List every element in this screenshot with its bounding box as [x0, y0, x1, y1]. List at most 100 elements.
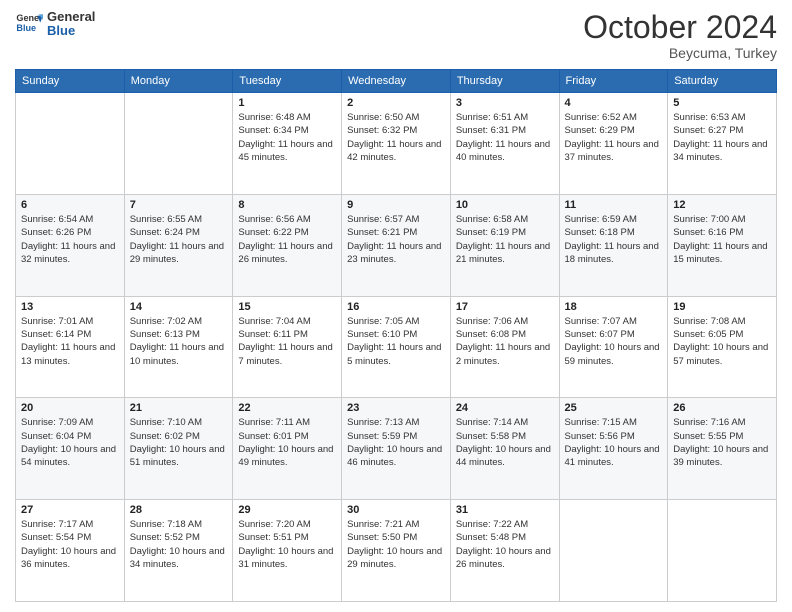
- day-number: 16: [347, 301, 445, 313]
- day-number: 21: [130, 402, 228, 414]
- day-info: Sunrise: 7:07 AMSunset: 6:07 PMDaylight:…: [565, 315, 663, 368]
- day-number: 26: [673, 402, 771, 414]
- calendar-week-3: 13Sunrise: 7:01 AMSunset: 6:14 PMDayligh…: [16, 296, 777, 398]
- svg-text:Blue: Blue: [16, 23, 36, 33]
- day-number: 25: [565, 402, 663, 414]
- calendar-cell: 30 Sunrise: 7:21 AMSunset: 5:50 PMDayligh…: [342, 500, 451, 602]
- col-saturday: Saturday: [668, 70, 777, 93]
- day-info: Sunrise: 6:50 AMSunset: 6:32 PMDaylight:…: [347, 111, 445, 164]
- day-number: 11: [565, 199, 663, 211]
- calendar-header-row: Sunday Monday Tuesday Wednesday Thursday…: [16, 70, 777, 93]
- day-number: 28: [130, 504, 228, 516]
- day-number: 24: [456, 402, 554, 414]
- calendar-cell: [559, 500, 668, 602]
- day-number: 27: [21, 504, 119, 516]
- calendar-cell: 17 Sunrise: 7:06 AMSunset: 6:08 PMDayligh…: [450, 296, 559, 398]
- day-info: Sunrise: 7:04 AMSunset: 6:11 PMDaylight:…: [238, 315, 336, 368]
- calendar-cell: 22 Sunrise: 7:11 AMSunset: 6:01 PMDayligh…: [233, 398, 342, 500]
- day-number: 30: [347, 504, 445, 516]
- calendar-cell: 24 Sunrise: 7:14 AMSunset: 5:58 PMDayligh…: [450, 398, 559, 500]
- day-number: 20: [21, 402, 119, 414]
- day-number: 10: [456, 199, 554, 211]
- calendar-cell: 28 Sunrise: 7:18 AMSunset: 5:52 PMDayligh…: [124, 500, 233, 602]
- calendar-week-1: 1 Sunrise: 6:48 AMSunset: 6:34 PMDaylight…: [16, 93, 777, 195]
- logo-general: General: [47, 9, 95, 24]
- calendar-cell: 19 Sunrise: 7:08 AMSunset: 6:05 PMDayligh…: [668, 296, 777, 398]
- day-number: 23: [347, 402, 445, 414]
- calendar-cell: [124, 93, 233, 195]
- day-info: Sunrise: 7:18 AMSunset: 5:52 PMDaylight:…: [130, 518, 228, 571]
- day-number: 1: [238, 97, 336, 109]
- calendar-cell: 2 Sunrise: 6:50 AMSunset: 6:32 PMDaylight…: [342, 93, 451, 195]
- calendar-week-5: 27Sunrise: 7:17 AMSunset: 5:54 PMDayligh…: [16, 500, 777, 602]
- day-number: 31: [456, 504, 554, 516]
- location-subtitle: Beycuma, Turkey: [583, 45, 777, 61]
- day-info: Sunrise: 6:56 AMSunset: 6:22 PMDaylight:…: [238, 213, 336, 266]
- calendar-cell: 25Sunrise: 7:15 AMSunset: 5:56 PMDayligh…: [559, 398, 668, 500]
- day-info: Sunrise: 6:58 AMSunset: 6:19 PMDaylight:…: [456, 213, 554, 266]
- day-number: 2: [347, 97, 445, 109]
- calendar-cell: 23Sunrise: 7:13 AMSunset: 5:59 PMDayligh…: [342, 398, 451, 500]
- day-number: 29: [238, 504, 336, 516]
- day-info: Sunrise: 6:57 AMSunset: 6:21 PMDaylight:…: [347, 213, 445, 266]
- calendar-cell: 11Sunrise: 6:59 AMSunset: 6:18 PMDayligh…: [559, 194, 668, 296]
- calendar-week-4: 20Sunrise: 7:09 AMSunset: 6:04 PMDayligh…: [16, 398, 777, 500]
- day-info: Sunrise: 7:16 AMSunset: 5:55 PMDaylight:…: [673, 416, 771, 469]
- day-number: 18: [565, 301, 663, 313]
- day-number: 17: [456, 301, 554, 313]
- day-info: Sunrise: 7:06 AMSunset: 6:08 PMDaylight:…: [456, 315, 554, 368]
- day-number: 3: [456, 97, 554, 109]
- calendar-cell: 8 Sunrise: 6:56 AMSunset: 6:22 PMDaylight…: [233, 194, 342, 296]
- calendar-cell: 29 Sunrise: 7:20 AMSunset: 5:51 PMDayligh…: [233, 500, 342, 602]
- day-info: Sunrise: 6:54 AMSunset: 6:26 PMDaylight:…: [21, 213, 119, 266]
- day-number: 6: [21, 199, 119, 211]
- day-number: 9: [347, 199, 445, 211]
- calendar-cell: 15 Sunrise: 7:04 AMSunset: 6:11 PMDayligh…: [233, 296, 342, 398]
- day-info: Sunrise: 7:20 AMSunset: 5:51 PMDaylight:…: [238, 518, 336, 571]
- day-info: Sunrise: 7:10 AMSunset: 6:02 PMDaylight:…: [130, 416, 228, 469]
- day-number: 8: [238, 199, 336, 211]
- day-info: Sunrise: 6:52 AMSunset: 6:29 PMDaylight:…: [565, 111, 663, 164]
- header: General Blue General Blue October 2024 B…: [15, 10, 777, 61]
- logo-blue: Blue: [47, 23, 75, 38]
- day-info: Sunrise: 7:22 AMSunset: 5:48 PMDaylight:…: [456, 518, 554, 571]
- col-wednesday: Wednesday: [342, 70, 451, 93]
- day-number: 7: [130, 199, 228, 211]
- day-number: 15: [238, 301, 336, 313]
- calendar-cell: 3 Sunrise: 6:51 AMSunset: 6:31 PMDaylight…: [450, 93, 559, 195]
- calendar-cell: 12 Sunrise: 7:00 AMSunset: 6:16 PMDayligh…: [668, 194, 777, 296]
- day-number: 19: [673, 301, 771, 313]
- calendar-cell: 9 Sunrise: 6:57 AMSunset: 6:21 PMDaylight…: [342, 194, 451, 296]
- calendar-cell: 21 Sunrise: 7:10 AMSunset: 6:02 PMDayligh…: [124, 398, 233, 500]
- calendar-cell: 31 Sunrise: 7:22 AMSunset: 5:48 PMDayligh…: [450, 500, 559, 602]
- day-number: 13: [21, 301, 119, 313]
- col-monday: Monday: [124, 70, 233, 93]
- calendar-cell: 18 Sunrise: 7:07 AMSunset: 6:07 PMDayligh…: [559, 296, 668, 398]
- day-info: Sunrise: 7:11 AMSunset: 6:01 PMDaylight:…: [238, 416, 336, 469]
- month-title: October 2024: [583, 10, 777, 45]
- day-number: 14: [130, 301, 228, 313]
- col-tuesday: Tuesday: [233, 70, 342, 93]
- calendar-cell: 16Sunrise: 7:05 AMSunset: 6:10 PMDayligh…: [342, 296, 451, 398]
- day-info: Sunrise: 6:53 AMSunset: 6:27 PMDaylight:…: [673, 111, 771, 164]
- day-info: Sunrise: 7:21 AMSunset: 5:50 PMDaylight:…: [347, 518, 445, 571]
- day-info: Sunrise: 6:51 AMSunset: 6:31 PMDaylight:…: [456, 111, 554, 164]
- calendar-cell: [16, 93, 125, 195]
- calendar-table: Sunday Monday Tuesday Wednesday Thursday…: [15, 69, 777, 602]
- day-info: Sunrise: 7:14 AMSunset: 5:58 PMDaylight:…: [456, 416, 554, 469]
- calendar-cell: [668, 500, 777, 602]
- logo: General Blue General Blue: [15, 10, 95, 39]
- day-number: 4: [565, 97, 663, 109]
- calendar-cell: 13Sunrise: 7:01 AMSunset: 6:14 PMDayligh…: [16, 296, 125, 398]
- calendar-cell: 27Sunrise: 7:17 AMSunset: 5:54 PMDayligh…: [16, 500, 125, 602]
- day-info: Sunrise: 6:48 AMSunset: 6:34 PMDaylight:…: [238, 111, 336, 164]
- day-info: Sunrise: 7:00 AMSunset: 6:16 PMDaylight:…: [673, 213, 771, 266]
- calendar-cell: 20Sunrise: 7:09 AMSunset: 6:04 PMDayligh…: [16, 398, 125, 500]
- day-number: 12: [673, 199, 771, 211]
- day-number: 22: [238, 402, 336, 414]
- title-section: October 2024 Beycuma, Turkey: [583, 10, 777, 61]
- day-info: Sunrise: 7:08 AMSunset: 6:05 PMDaylight:…: [673, 315, 771, 368]
- day-info: Sunrise: 7:02 AMSunset: 6:13 PMDaylight:…: [130, 315, 228, 368]
- calendar-cell: 14 Sunrise: 7:02 AMSunset: 6:13 PMDayligh…: [124, 296, 233, 398]
- calendar-body: 1 Sunrise: 6:48 AMSunset: 6:34 PMDaylight…: [16, 93, 777, 602]
